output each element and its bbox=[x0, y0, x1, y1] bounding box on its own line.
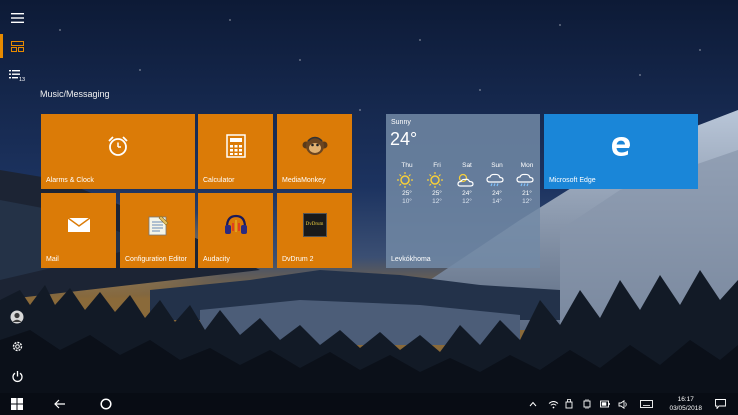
forecast-high: 21° bbox=[522, 190, 532, 197]
start-left-rail: 13 bbox=[0, 0, 34, 393]
network-button[interactable] bbox=[546, 393, 560, 415]
power-icon bbox=[11, 370, 23, 382]
tile-label: Microsoft Edge bbox=[549, 177, 596, 184]
tile-label: DvDrum 2 bbox=[282, 256, 314, 263]
forecast-day: Fri 25° 12° bbox=[425, 162, 449, 205]
tile-dvdrum[interactable]: DvDrum DvDrum 2 bbox=[277, 193, 352, 268]
forecast-high: 25° bbox=[432, 190, 442, 197]
forecast-day: Mon 21° 12° bbox=[515, 162, 539, 205]
weather-current-temp: 24° bbox=[390, 129, 418, 149]
tile-mediamonkey[interactable]: MediaMonkey bbox=[277, 114, 352, 189]
all-apps-badge: 13 bbox=[19, 77, 26, 83]
taskbar: 16:17 03/05/2018 bbox=[0, 393, 738, 415]
forecast-day: Thu 25° 10° bbox=[395, 162, 419, 205]
forecast-high: 24° bbox=[492, 190, 502, 197]
wifi-icon bbox=[548, 400, 558, 408]
rain-icon bbox=[516, 173, 534, 187]
tile-weather[interactable]: Sunny 24° Thu 25° 10° Fri 25° 12° Sat 24… bbox=[386, 114, 540, 268]
speaker-icon bbox=[618, 399, 627, 409]
start-button[interactable] bbox=[4, 393, 30, 415]
tile-group-title: Music/Messaging bbox=[40, 89, 110, 99]
avatar-icon bbox=[10, 310, 24, 324]
chip-icon bbox=[583, 399, 591, 409]
tile-label: Audacity bbox=[203, 256, 230, 263]
gear-icon bbox=[12, 341, 22, 351]
back-arrow-icon bbox=[54, 399, 65, 409]
weather-forecast: Thu 25° 10° Fri 25° 12° Sat 24° 12° Sun … bbox=[395, 162, 539, 205]
windows-logo-icon bbox=[11, 398, 23, 410]
usb-button[interactable] bbox=[562, 393, 576, 415]
sun-icon bbox=[397, 172, 413, 188]
user-account-button[interactable] bbox=[0, 303, 34, 331]
edge-icon bbox=[612, 136, 630, 156]
touch-keyboard-button[interactable] bbox=[638, 393, 654, 415]
cortana-button[interactable] bbox=[94, 393, 118, 415]
cortana-circle-icon bbox=[100, 398, 112, 410]
keyboard-icon bbox=[639, 400, 653, 408]
alarm-clock-icon bbox=[108, 135, 128, 156]
forecast-day: Sat 24° 12° bbox=[455, 162, 479, 205]
forecast-high: 24° bbox=[462, 190, 472, 197]
cpu-monitor-button[interactable] bbox=[580, 393, 594, 415]
taskbar-clock[interactable]: 16:17 03/05/2018 bbox=[669, 395, 702, 413]
clock-date: 03/05/2018 bbox=[669, 405, 702, 412]
headphones-icon bbox=[224, 214, 247, 234]
notepad-icon bbox=[148, 215, 168, 235]
chevron-up-icon bbox=[529, 401, 537, 407]
sun-icon bbox=[427, 172, 443, 188]
battery-icon bbox=[600, 400, 610, 408]
power-button[interactable] bbox=[0, 362, 34, 390]
tile-label: MediaMonkey bbox=[282, 177, 326, 184]
back-button[interactable] bbox=[48, 393, 72, 415]
tile-mail[interactable]: Mail bbox=[41, 193, 116, 268]
settings-button[interactable] bbox=[0, 332, 34, 360]
dvdrum-logo-icon: DvDrum bbox=[302, 212, 327, 237]
tile-audacity[interactable]: Audacity bbox=[198, 193, 273, 268]
tile-label: Mail bbox=[46, 256, 59, 263]
tile-configuration-editor[interactable]: Configuration Editor bbox=[120, 193, 195, 268]
forecast-day: Sun 24° 14° bbox=[485, 162, 509, 205]
hamburger-icon bbox=[10, 13, 24, 23]
tile-calculator[interactable]: Calculator bbox=[198, 114, 273, 189]
calculator-icon bbox=[225, 133, 246, 158]
volume-button[interactable] bbox=[616, 393, 630, 415]
tile-microsoft-edge[interactable]: Microsoft Edge bbox=[544, 114, 698, 189]
forecast-day-name: Sat bbox=[462, 162, 472, 169]
forecast-low: 12° bbox=[462, 198, 472, 205]
clock-time: 16:17 bbox=[677, 396, 694, 403]
weather-location: Levkókhoma bbox=[391, 256, 431, 263]
expand-menu-button[interactable] bbox=[0, 4, 34, 32]
partly-cloudy-icon bbox=[457, 173, 474, 187]
battery-button[interactable] bbox=[598, 393, 612, 415]
forecast-day-name: Fri bbox=[433, 162, 441, 169]
forecast-high: 25° bbox=[402, 190, 412, 197]
forecast-low: 12° bbox=[522, 198, 532, 205]
weather-condition: Sunny bbox=[391, 119, 411, 126]
notification-icon bbox=[714, 399, 726, 409]
tile-label: Alarms & Clock bbox=[46, 177, 94, 184]
all-apps-button[interactable]: 13 bbox=[0, 62, 34, 90]
forecast-day-name: Thu bbox=[401, 162, 413, 169]
mail-icon bbox=[67, 216, 90, 232]
forecast-low: 14° bbox=[492, 198, 502, 205]
forecast-low: 10° bbox=[402, 198, 412, 205]
mediamonkey-icon bbox=[302, 136, 327, 155]
tile-label: Calculator bbox=[203, 177, 235, 184]
rain-icon bbox=[486, 173, 504, 187]
tile-alarms-clock[interactable]: Alarms & Clock bbox=[41, 114, 195, 189]
usb-icon bbox=[565, 399, 573, 409]
system-tray-chevron[interactable] bbox=[526, 393, 540, 415]
tile-label: Configuration Editor bbox=[125, 256, 187, 263]
action-center-button[interactable] bbox=[710, 393, 730, 415]
forecast-day-name: Mon bbox=[520, 162, 534, 169]
dvdrum-logo-text: DvDrum bbox=[305, 222, 324, 227]
pinned-tiles-button[interactable] bbox=[0, 32, 34, 60]
tiles-icon bbox=[10, 40, 24, 52]
forecast-low: 12° bbox=[432, 198, 442, 205]
forecast-day-name: Sun bbox=[491, 162, 503, 169]
